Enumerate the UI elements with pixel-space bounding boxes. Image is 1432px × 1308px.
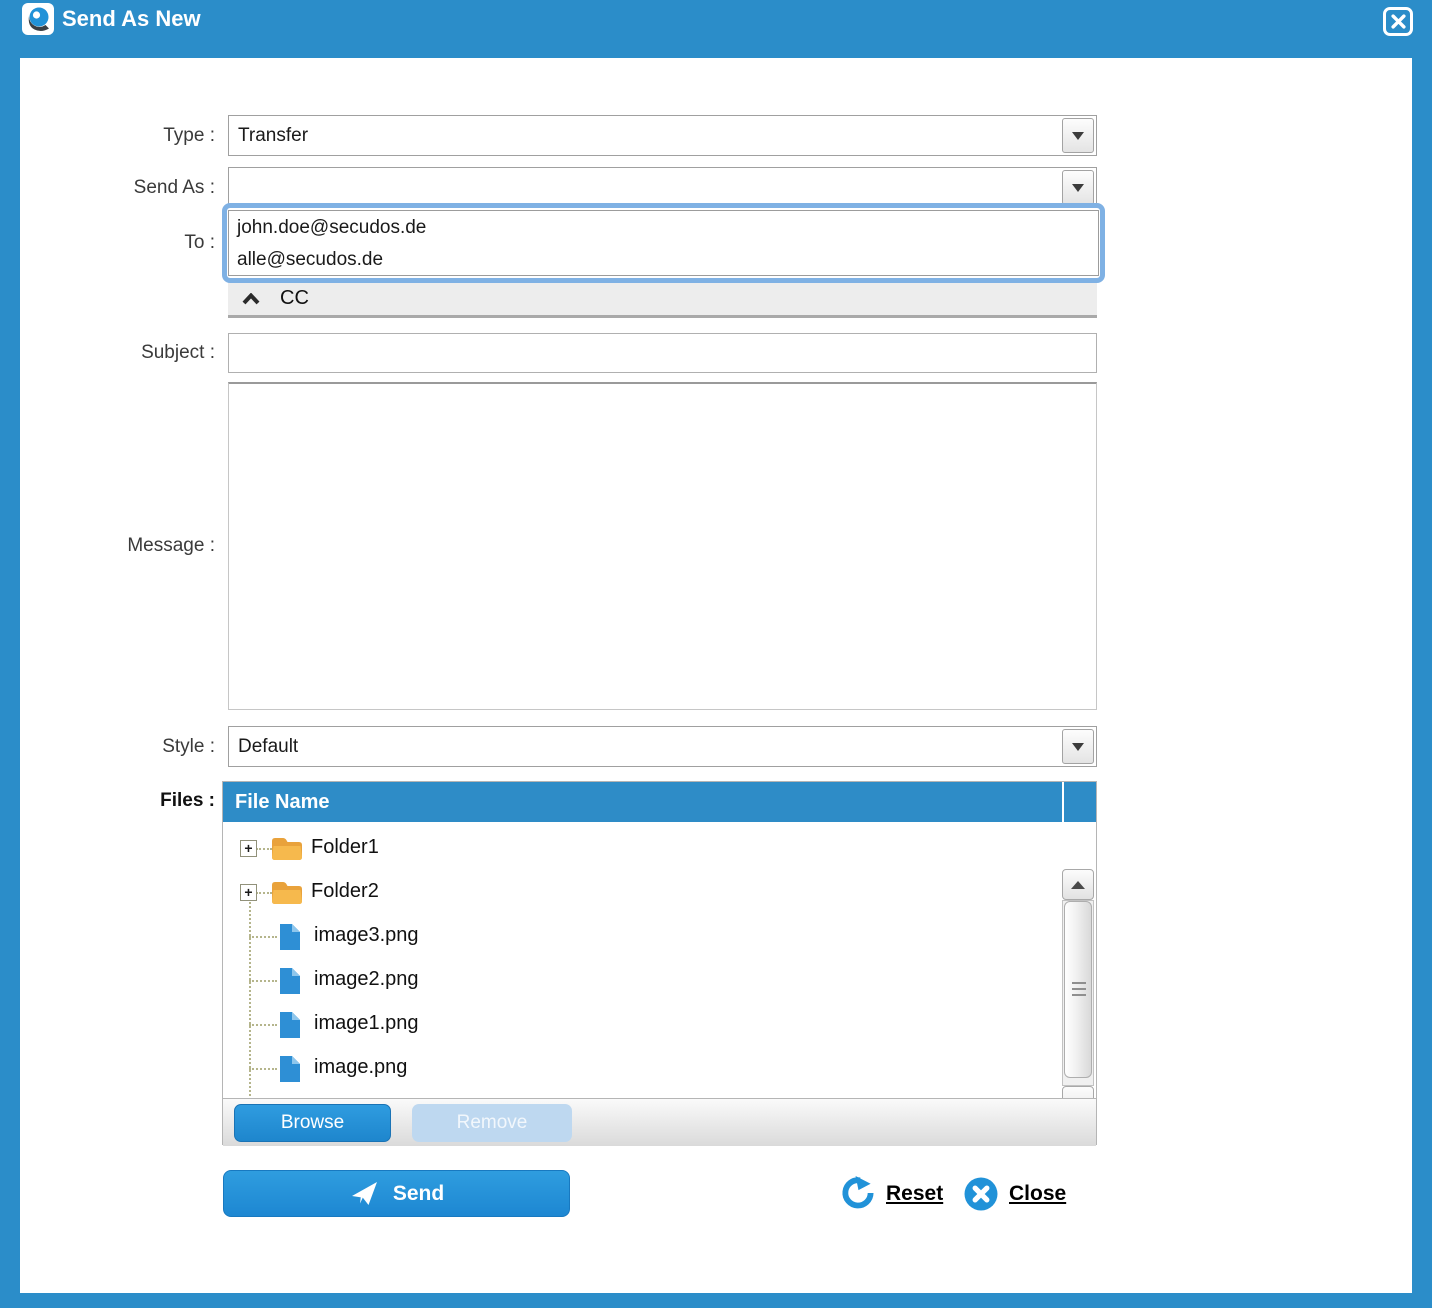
- scrollbar-track[interactable]: [1062, 900, 1094, 1086]
- to-recipients-list: john.doe@secudos.de alle@secudos.de: [228, 210, 1099, 276]
- tree-item-label: Folder1: [311, 836, 379, 859]
- file-icon: [279, 967, 301, 1000]
- app-logo-icon: [22, 3, 54, 35]
- subject-label: Subject :: [20, 333, 215, 373]
- files-panel: File Name + Folder1 +: [222, 781, 1097, 1145]
- browse-button[interactable]: Browse: [234, 1104, 391, 1142]
- to-label: To :: [20, 203, 215, 283]
- style-label: Style :: [20, 726, 215, 767]
- send-as-select[interactable]: [228, 167, 1097, 208]
- tree-connector-stub: [249, 1068, 277, 1070]
- scroll-up-button[interactable]: [1062, 869, 1094, 900]
- tree-expand-button[interactable]: +: [240, 884, 257, 901]
- reset-link-label: Reset: [886, 1182, 943, 1206]
- close-icon: [1391, 14, 1406, 29]
- type-select[interactable]: Transfer: [228, 115, 1097, 156]
- files-column-header-text: File Name: [235, 791, 329, 814]
- files-label: Files :: [20, 781, 215, 821]
- tree-row[interactable]: + image3.png: [223, 915, 1056, 959]
- tree-connector-stub: [256, 848, 272, 850]
- cc-label: CC: [280, 287, 309, 310]
- chevron-up-icon: [242, 293, 260, 305]
- to-recipients-field[interactable]: john.doe@secudos.de alle@secudos.de: [222, 203, 1105, 283]
- files-tree: + Folder1 +: [223, 827, 1056, 1091]
- close-link[interactable]: Close: [964, 1170, 1066, 1217]
- window-close-button[interactable]: [1383, 7, 1413, 36]
- scrollbar-thumb[interactable]: [1064, 901, 1092, 1078]
- tree-item-label: image1.png: [314, 1012, 419, 1035]
- reset-link[interactable]: Reset: [840, 1170, 943, 1217]
- tree-item-label: image2.png: [314, 968, 419, 991]
- files-toolbar: Browse Remove: [223, 1098, 1096, 1146]
- files-scrollbar: [1062, 869, 1094, 1098]
- tree-item-label: image.png: [314, 1056, 407, 1079]
- tree-row[interactable]: + image1.png: [223, 1003, 1056, 1047]
- file-icon: [279, 1011, 301, 1044]
- send-as-dropdown-button[interactable]: [1062, 170, 1094, 205]
- scrollbar-grip-icon: [1072, 982, 1086, 998]
- arrow-up-icon: [1071, 881, 1085, 889]
- send-as-label: Send As :: [20, 167, 215, 208]
- tree-row[interactable]: + image.png: [223, 1047, 1056, 1091]
- file-icon: [279, 1055, 301, 1088]
- cc-toggle-bar[interactable]: CC: [228, 282, 1097, 318]
- message-textarea[interactable]: [228, 382, 1097, 710]
- chevron-down-icon: [1072, 743, 1084, 751]
- files-column-header: File Name: [223, 782, 1096, 822]
- window-titlebar: Send As New: [0, 0, 1432, 58]
- scroll-down-button[interactable]: [1062, 1086, 1094, 1098]
- close-circle-icon: [964, 1177, 998, 1211]
- remove-button[interactable]: Remove: [412, 1104, 572, 1142]
- folder-icon: [271, 836, 303, 867]
- folder-icon: [271, 880, 303, 911]
- tree-row[interactable]: + image2.png: [223, 959, 1056, 1003]
- tree-row[interactable]: + Folder2: [223, 871, 1056, 915]
- tree-expand-button[interactable]: +: [240, 840, 257, 857]
- type-select-value: Transfer: [238, 125, 308, 147]
- chevron-down-icon: [1072, 132, 1084, 140]
- tree-connector-stub: [256, 892, 272, 894]
- style-select-value: Default: [238, 736, 298, 758]
- tree-connector-stub: [249, 936, 277, 938]
- tree-item-label: image3.png: [314, 924, 419, 947]
- dialog-content: Type : Send As : To : Subject : Message …: [20, 58, 1412, 1293]
- chevron-down-icon: [1072, 184, 1084, 192]
- tree-item-label: Folder2: [311, 880, 379, 903]
- files-tree-body: + Folder1 +: [223, 822, 1096, 1098]
- type-dropdown-button[interactable]: [1062, 118, 1094, 153]
- tree-connector-stub: [249, 980, 277, 982]
- files-header-spacer-cell: [1062, 782, 1096, 822]
- style-dropdown-button[interactable]: [1062, 729, 1094, 764]
- tree-row[interactable]: + Folder1: [223, 827, 1056, 871]
- paper-plane-icon: [349, 1179, 379, 1209]
- reset-icon: [840, 1176, 875, 1211]
- close-link-label: Close: [1009, 1182, 1066, 1206]
- window-title: Send As New: [62, 6, 201, 32]
- style-select[interactable]: Default: [228, 726, 1097, 767]
- tree-connector-stub: [249, 1024, 277, 1026]
- to-recipient-item[interactable]: john.doe@secudos.de: [229, 211, 1098, 243]
- message-label: Message :: [20, 382, 215, 710]
- to-recipient-item[interactable]: alle@secudos.de: [229, 243, 1098, 275]
- send-button[interactable]: Send: [223, 1170, 570, 1217]
- subject-input[interactable]: [228, 333, 1097, 373]
- file-icon: [279, 923, 301, 956]
- type-label: Type :: [20, 115, 215, 156]
- send-button-label: Send: [393, 1182, 444, 1206]
